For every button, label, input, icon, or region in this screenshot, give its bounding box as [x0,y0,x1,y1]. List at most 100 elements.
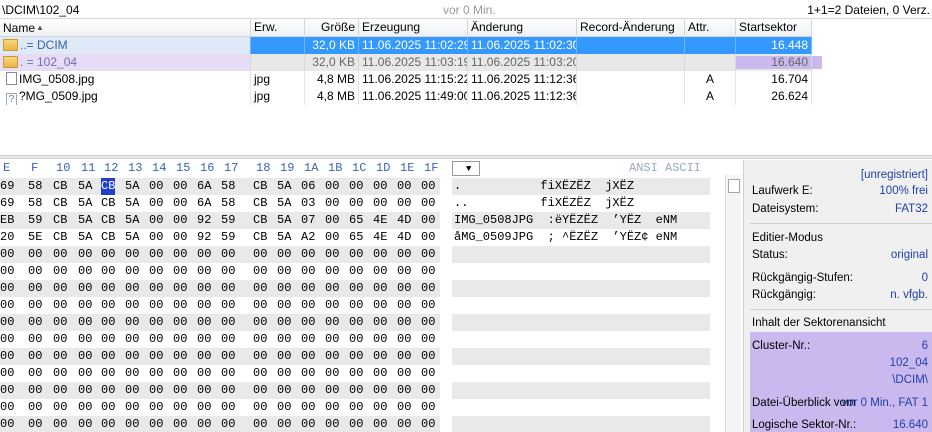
hex-byte[interactable]: 00 [197,399,211,416]
hex-byte[interactable]: 00 [421,178,435,195]
hex-byte[interactable]: 00 [301,297,315,314]
hex-byte[interactable]: 00 [373,195,387,212]
hex-byte[interactable]: 00 [301,348,315,365]
hex-byte[interactable]: 00 [197,314,211,331]
hex-row[interactable]: 00 00 00 00 00 00 00 00 00 00 00 00 00 00 00 00 00 00 [0,246,741,263]
hex-byte[interactable]: 00 [277,246,291,263]
hex-byte[interactable]: 00 [53,365,67,382]
hex-byte[interactable]: 4E [373,229,387,246]
hex-row[interactable]: 00 00 00 00 00 00 00 00 00 00 00 00 00 00 00 00 00 00 [0,331,741,348]
hex-byte[interactable]: 00 [149,331,163,348]
hex-row[interactable]: 20 5E CB 5A CB 5A 00 00 92 59 CB 5A A2 00 65 4E 4D 00 åMG_… [0,229,741,246]
hex-byte[interactable]: CB [253,195,267,212]
hex-byte[interactable]: 00 [173,416,187,432]
hex-byte[interactable]: 00 [397,416,411,432]
hex-byte[interactable]: 00 [149,382,163,399]
hex-byte[interactable]: 06 [301,178,315,195]
hex-byte[interactable]: 5E [28,229,42,246]
hex-byte[interactable]: 00 [397,280,411,297]
hex-byte[interactable]: 00 [277,416,291,432]
hex-byte[interactable]: 00 [373,280,387,297]
hex-byte[interactable]: 00 [253,416,267,432]
hex-byte[interactable]: 00 [53,331,67,348]
hex-byte[interactable]: 00 [125,348,139,365]
hex-byte[interactable]: 00 [349,382,363,399]
hex-byte[interactable]: 5A [277,195,291,212]
hex-byte[interactable]: 00 [277,263,291,280]
hex-byte[interactable]: 00 [125,399,139,416]
hex-byte[interactable]: CB [101,195,115,212]
hex-byte[interactable]: 00 [101,365,115,382]
hex-byte[interactable]: 00 [253,331,267,348]
hex-byte[interactable]: 5A [277,212,291,229]
hex-byte[interactable]: 07 [301,212,315,229]
hex-byte[interactable]: 00 [325,229,339,246]
hex-byte[interactable]: 00 [397,399,411,416]
hex-byte[interactable]: 00 [173,399,187,416]
hex-byte[interactable]: 00 [325,416,339,432]
hex-byte[interactable]: 00 [301,382,315,399]
file-row-img-0508[interactable]: IMG_0508.jpg jpg 4,8 MB 11.06.2025 11:15… [0,71,812,88]
hex-byte[interactable]: 00 [277,382,291,399]
hex-byte[interactable]: 00 [0,246,14,263]
hex-byte[interactable]: 00 [349,314,363,331]
hex-byte[interactable]: 5A [277,229,291,246]
hex-row[interactable]: 00 00 00 00 00 00 00 00 00 00 00 00 00 00 00 00 00 00 [0,297,741,314]
hex-byte[interactable]: 00 [78,263,92,280]
hex-byte[interactable]: 00 [349,297,363,314]
hex-vertical-scrollbar[interactable] [725,175,741,432]
hex-row[interactable]: 00 00 00 00 00 00 00 00 00 00 00 00 00 00 00 00 00 00 [0,416,741,432]
hex-byte[interactable]: 00 [397,314,411,331]
hex-byte[interactable]: 00 [0,263,14,280]
hex-byte[interactable]: 00 [221,348,235,365]
hex-byte[interactable]: 00 [397,263,411,280]
hex-byte[interactable]: 00 [301,246,315,263]
hex-byte[interactable]: 00 [78,365,92,382]
hex-byte[interactable]: 00 [325,195,339,212]
hex-byte[interactable]: 00 [101,246,115,263]
hex-byte[interactable]: 00 [421,382,435,399]
hex-byte[interactable]: 5A [277,178,291,195]
hex-byte[interactable]: 00 [28,263,42,280]
hex-byte[interactable]: 00 [0,348,14,365]
hex-byte[interactable]: 5A [125,212,139,229]
hex-byte[interactable]: 00 [221,263,235,280]
hex-byte[interactable]: 5A [125,178,139,195]
hex-byte[interactable]: 00 [221,246,235,263]
hex-byte[interactable]: 00 [149,416,163,432]
hex-byte[interactable]: 00 [101,297,115,314]
hex-byte[interactable]: 00 [101,331,115,348]
hex-row[interactable]: 00 00 00 00 00 00 00 00 00 00 00 00 00 00 00 00 00 00 [0,399,741,416]
hex-byte[interactable]: 00 [101,314,115,331]
hex-byte[interactable]: 58 [221,195,235,212]
hex-byte[interactable]: 00 [325,382,339,399]
hex-byte[interactable]: CB [101,229,115,246]
hex-byte[interactable]: 00 [421,348,435,365]
hex-byte[interactable]: 00 [349,195,363,212]
hex-byte[interactable]: 00 [0,382,14,399]
hex-byte[interactable]: 00 [125,382,139,399]
pane-splitter[interactable] [0,155,932,159]
hex-byte[interactable]: 00 [397,178,411,195]
column-header-created[interactable]: Erzeugung [359,19,468,37]
hex-byte[interactable]: 00 [373,263,387,280]
hex-byte[interactable]: 00 [0,331,14,348]
hex-byte[interactable]: 00 [397,195,411,212]
hex-byte[interactable]: 6A [197,178,211,195]
hex-byte[interactable]: 00 [125,416,139,432]
hex-byte[interactable]: 00 [53,246,67,263]
hex-byte[interactable]: 00 [173,348,187,365]
hex-byte[interactable]: 00 [277,280,291,297]
hex-byte[interactable]: 00 [325,348,339,365]
hex-byte[interactable]: 5A [78,212,92,229]
hex-byte[interactable]: 00 [421,416,435,432]
hex-byte[interactable]: 00 [373,365,387,382]
hex-byte[interactable]: 00 [0,314,14,331]
hex-byte[interactable]: 00 [197,246,211,263]
hex-byte[interactable]: 00 [277,399,291,416]
hex-byte[interactable]: 00 [253,314,267,331]
hex-byte[interactable]: 00 [53,348,67,365]
hex-byte[interactable]: 00 [397,348,411,365]
hex-byte[interactable]: 65 [349,212,363,229]
hex-byte[interactable]: 00 [349,399,363,416]
